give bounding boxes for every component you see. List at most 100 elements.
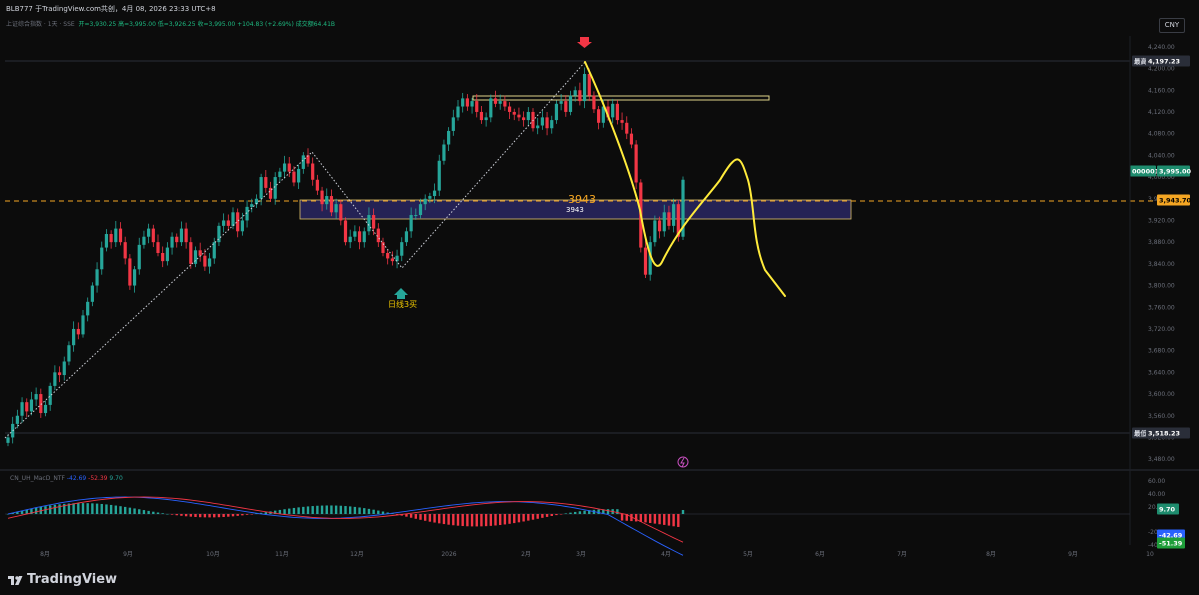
candle-body bbox=[306, 155, 310, 164]
macd-hist-bar bbox=[147, 510, 150, 514]
macd-hist-bar bbox=[105, 504, 108, 514]
candle-body bbox=[114, 228, 118, 243]
macd-hist-bar bbox=[203, 514, 207, 518]
candle-body bbox=[123, 242, 127, 259]
macd-hist-bar bbox=[297, 507, 300, 514]
candle-body bbox=[343, 220, 348, 243]
price-tick-label: 3,720.00 bbox=[1148, 326, 1175, 333]
macd-tick-label: 40.00 bbox=[1148, 491, 1165, 498]
candle-body bbox=[156, 242, 160, 253]
candle-body bbox=[400, 242, 404, 256]
macd-hist-bar bbox=[620, 514, 624, 521]
macd-hist-bar bbox=[320, 505, 324, 514]
candle-body bbox=[540, 117, 544, 126]
candle-body bbox=[81, 315, 85, 335]
candle-body bbox=[554, 103, 559, 121]
time-tick-label: 10 bbox=[1146, 551, 1154, 558]
time-tick-label: 3月 bbox=[576, 551, 586, 558]
macd-hist-bar bbox=[170, 514, 174, 515]
macd-hist-bar bbox=[658, 514, 661, 525]
price-tick-label: 3,480.00 bbox=[1148, 456, 1175, 463]
price-tick-label: 3,760.00 bbox=[1148, 304, 1175, 311]
candle-body bbox=[161, 253, 165, 262]
macd-hist-bar bbox=[442, 514, 446, 525]
macd-hist-tag: 9.70 bbox=[1159, 506, 1176, 514]
macd-hist-bar bbox=[531, 514, 535, 520]
candle-body bbox=[170, 236, 174, 248]
macd-hist-bar bbox=[634, 514, 638, 522]
macd-hist-bar bbox=[138, 509, 141, 514]
candle-body bbox=[611, 103, 615, 118]
candle-body bbox=[193, 250, 198, 264]
macd-hist-bar bbox=[128, 507, 132, 514]
time-tick-label: 5月 bbox=[743, 551, 753, 558]
candle-body bbox=[353, 231, 357, 237]
macd-hist-bar bbox=[81, 503, 85, 514]
candle-body bbox=[128, 258, 132, 286]
candle-body bbox=[643, 247, 648, 275]
resistance-zone-box bbox=[472, 95, 770, 101]
candle-body bbox=[329, 196, 334, 213]
macd-hist-bar bbox=[578, 511, 582, 514]
macd-hist-bar bbox=[77, 503, 80, 514]
candle-body bbox=[451, 117, 455, 131]
lightning-bolt bbox=[680, 457, 685, 468]
tradingview-brand[interactable]: TradingView bbox=[27, 572, 117, 587]
candle-body bbox=[118, 228, 123, 243]
price-tick-label: 4,160.00 bbox=[1148, 87, 1175, 94]
macd-hist-bar bbox=[536, 514, 539, 519]
candle-body bbox=[236, 212, 240, 232]
candle-body bbox=[165, 247, 169, 262]
candle-body bbox=[34, 394, 38, 400]
candle-body bbox=[536, 125, 540, 129]
macd-value: -42.69 bbox=[66, 475, 87, 482]
candle-body bbox=[517, 114, 521, 118]
candle-body bbox=[311, 163, 315, 180]
candle-body bbox=[428, 196, 432, 199]
macd-hist-bar bbox=[302, 506, 305, 514]
macd-hist-bar bbox=[236, 514, 239, 516]
macd-hist-bar bbox=[58, 504, 61, 514]
macd-hist-bar bbox=[180, 514, 183, 516]
candle-body bbox=[43, 404, 48, 414]
footer: TradingView bbox=[0, 563, 1199, 595]
macd-hist-bar bbox=[606, 509, 610, 514]
candle-body bbox=[512, 111, 516, 115]
candle-body bbox=[470, 101, 474, 107]
macd-hist-bar bbox=[184, 514, 188, 517]
price-chart[interactable]: 4,240.00 4,200.00 4,160.00 4,120.00 4,080.00… bbox=[0, 0, 1199, 595]
macd-hist-bar bbox=[513, 514, 516, 524]
candle-body bbox=[498, 101, 502, 104]
time-tick-label: 12月 bbox=[350, 551, 364, 558]
candle-body bbox=[386, 253, 390, 259]
candle-body bbox=[404, 231, 409, 243]
macd-hist-bar bbox=[363, 508, 366, 514]
candle-body bbox=[475, 101, 479, 112]
candle-body bbox=[357, 231, 362, 243]
macd-hist-bar bbox=[34, 507, 38, 514]
price-tick-label: 3,880.00 bbox=[1148, 239, 1175, 246]
macd-hist-bar bbox=[419, 514, 422, 520]
macd-hist-bar bbox=[550, 514, 553, 517]
candle-body bbox=[282, 163, 287, 172]
macd-hist-bar bbox=[470, 514, 474, 527]
price-tag-symbol: 000001 bbox=[1132, 168, 1160, 176]
price-tick-label: 4,120.00 bbox=[1148, 109, 1175, 116]
macd-hist-bar bbox=[522, 514, 525, 522]
candle-body bbox=[334, 204, 338, 213]
time-tick-label: 9月 bbox=[1068, 551, 1078, 558]
macd-hist-bar bbox=[311, 506, 314, 514]
signal-line bbox=[7, 496, 684, 543]
candle-body bbox=[72, 328, 76, 346]
signal-value-tag: -51.39 bbox=[1159, 540, 1183, 548]
price-tick-label: 4,240.00 bbox=[1148, 44, 1175, 51]
candle-body bbox=[29, 399, 34, 412]
macd-hist-bar bbox=[109, 504, 113, 514]
macd-hist-bar bbox=[466, 514, 469, 527]
macd-hist-bar bbox=[541, 514, 544, 518]
macd-hist-bar bbox=[91, 503, 94, 514]
dashed-level-tag: 3,943.70 bbox=[1159, 197, 1192, 205]
candle-body bbox=[503, 101, 507, 107]
candle-body bbox=[67, 345, 71, 362]
candle-body bbox=[461, 98, 465, 107]
